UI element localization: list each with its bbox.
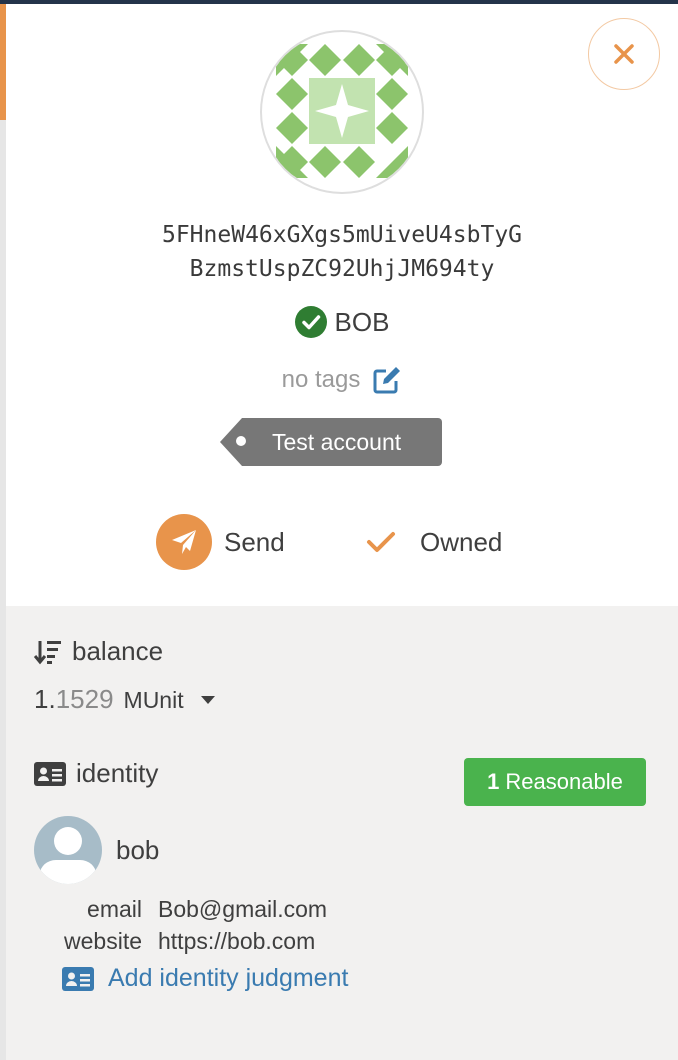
account-tag-label: Test account <box>220 418 442 466</box>
edit-icon[interactable] <box>372 366 402 394</box>
paper-plane-icon <box>172 530 196 554</box>
identity-display-row: bob <box>34 816 159 884</box>
id-card-icon <box>62 966 94 991</box>
add-judgment-label: Add identity judgment <box>108 964 349 992</box>
account-address[interactable]: 5FHneW46xGXgs5mUiveU4sbTyG BzmstUspZC92U… <box>6 218 678 286</box>
address-line-1: 5FHneW46xGXgs5mUiveU4sbTyG <box>161 222 523 248</box>
id-card-icon <box>34 761 66 786</box>
balance-title: balance <box>72 636 164 666</box>
tags-row: no tags <box>6 366 678 394</box>
account-actions: Send Owned <box>6 512 678 572</box>
identity-display-name: bob <box>116 834 160 865</box>
tags-placeholder: no tags <box>281 366 361 393</box>
account-header: 5FHneW46xGXgs5mUiveU4sbTyG BzmstUspZC92U… <box>6 4 678 606</box>
add-identity-judgment-link[interactable]: Add identity judgment <box>62 964 348 993</box>
identity-title: identity <box>76 758 159 788</box>
address-line-2: BzmstUspZC92UhjJM694ty <box>189 256 495 282</box>
balance-unit: MUnit <box>123 687 184 713</box>
balance-decimals: 1529 <box>55 684 114 714</box>
send-button[interactable]: Send <box>156 514 285 570</box>
balance-value: 1. 1529 MUnit <box>34 684 216 715</box>
website-label: website <box>64 928 142 954</box>
identity-email-row: email Bob@gmail.com <box>8 896 327 923</box>
caret-down-icon[interactable] <box>200 695 216 705</box>
send-label: Send <box>224 526 285 557</box>
identity-section-title: identity <box>34 758 158 789</box>
website-value: https://bob.com <box>158 928 316 954</box>
close-icon <box>614 44 634 64</box>
owned-label: Owned <box>420 526 503 557</box>
sort-amount-icon <box>34 640 61 664</box>
identity-avatar <box>34 816 102 884</box>
email-label: email <box>87 896 142 922</box>
judgement-label: Reasonable <box>505 769 623 794</box>
identity-website-row: website https://bob.com <box>8 928 315 955</box>
tag-text: Test account <box>272 429 402 455</box>
balance-integer: 1. <box>34 684 56 714</box>
balance-section-title: balance <box>34 636 163 667</box>
owned-indicator: Owned <box>366 514 502 570</box>
identicon-pattern <box>276 44 408 178</box>
account-name: BOB <box>334 306 390 337</box>
email-value: Bob@gmail.com <box>158 896 328 922</box>
account-name-row: BOB <box>6 306 678 338</box>
check-circle-icon <box>294 306 327 338</box>
judgement-badge: 1 Reasonable <box>464 758 646 806</box>
check-icon <box>367 532 395 552</box>
close-button[interactable] <box>588 18 660 90</box>
account-sidebar: 5FHneW46xGXgs5mUiveU4sbTyG BzmstUspZC92U… <box>6 4 678 1060</box>
send-icon-circle <box>156 514 212 570</box>
user-icon <box>40 827 96 884</box>
account-identicon[interactable] <box>260 30 424 194</box>
judgement-count: 1 <box>487 769 500 794</box>
